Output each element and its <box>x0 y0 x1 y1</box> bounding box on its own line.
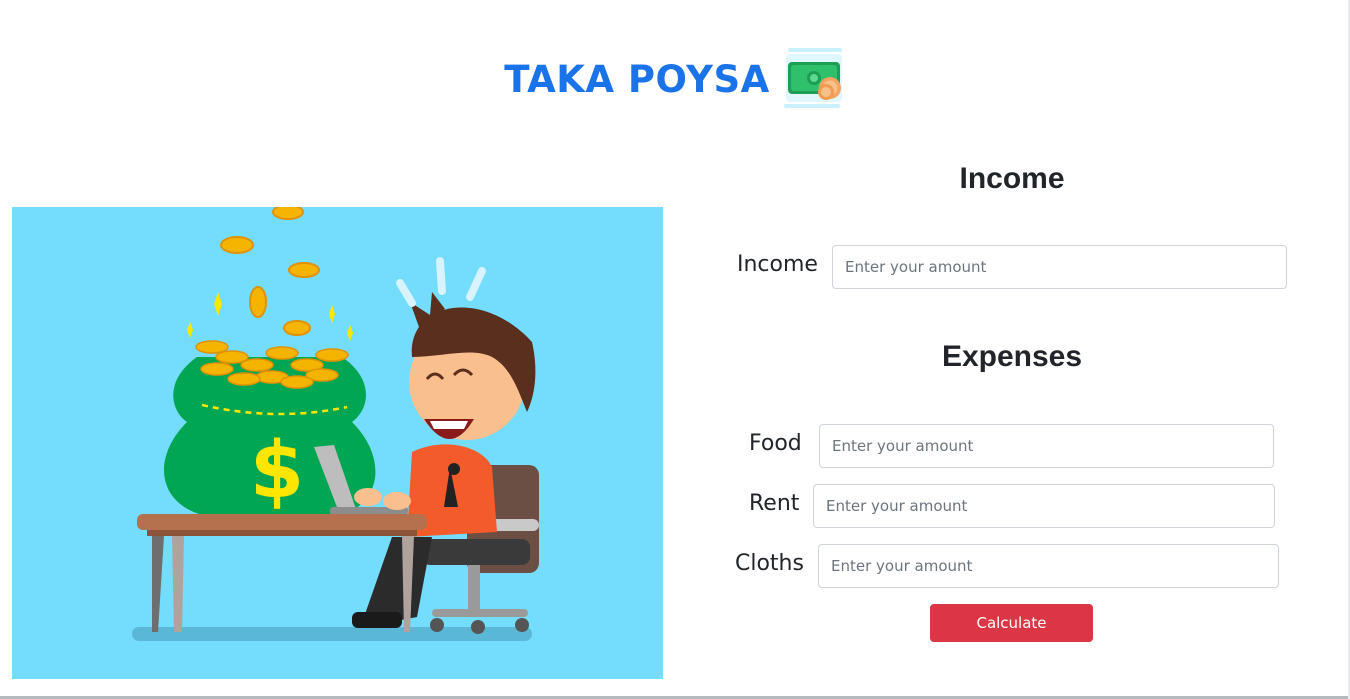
cloths-label: Cloths <box>735 551 804 576</box>
businessman-money-bag-illustration: $ <box>132 207 539 641</box>
rent-label: Rent <box>749 491 800 516</box>
expenses-heading: Expenses <box>941 340 1083 373</box>
income-heading: Income <box>959 162 1065 195</box>
food-input[interactable] <box>819 424 1274 468</box>
cloths-input[interactable] <box>818 544 1279 588</box>
header: TAKA POYSA <box>0 44 1350 114</box>
hero-illustration: $ <box>12 207 663 679</box>
money-icon <box>783 48 842 108</box>
svg-text:$: $ <box>250 426 304 516</box>
calculate-button[interactable]: Calculate <box>930 604 1093 642</box>
site-title: TAKA POYSA <box>504 57 770 101</box>
food-label: Food <box>749 431 802 456</box>
rent-input[interactable] <box>813 484 1275 528</box>
income-label: Income <box>737 252 818 277</box>
income-input[interactable] <box>832 245 1287 289</box>
coins-icon <box>220 207 320 336</box>
